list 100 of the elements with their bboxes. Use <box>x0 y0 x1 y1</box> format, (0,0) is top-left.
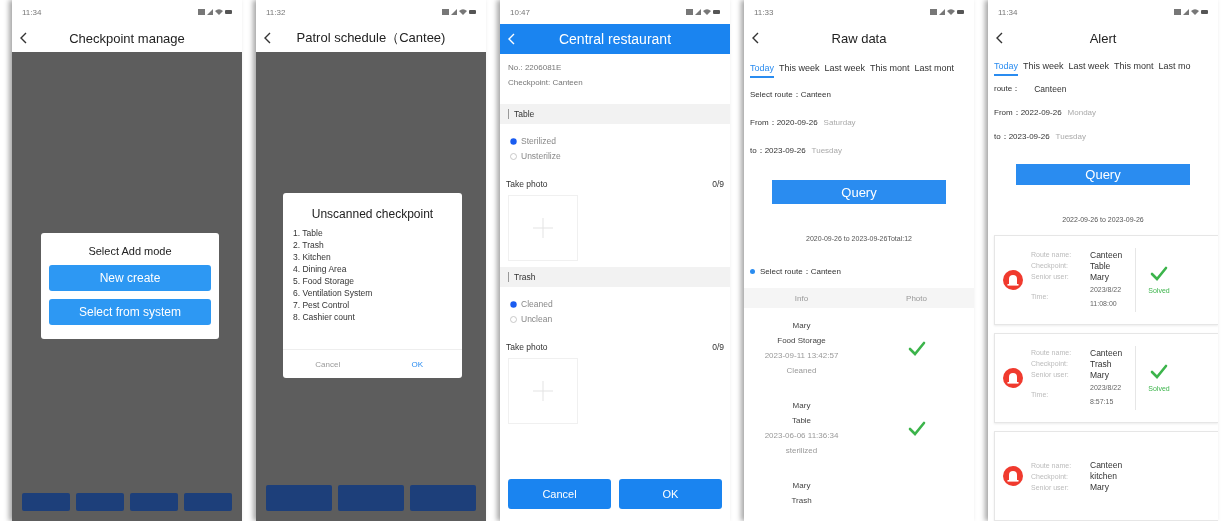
photo-label: Take photo <box>506 179 548 189</box>
status-time: 10:47 <box>510 7 531 17</box>
back-icon[interactable] <box>996 32 1004 44</box>
radio-option[interactable]: Unsterilize <box>510 151 720 161</box>
dialog-title: Select Add mode <box>87 245 173 257</box>
checkpoint-label: Checkpoint: Canteen <box>508 77 584 89</box>
end-date[interactable]: to：2023-09-26 <box>750 144 806 156</box>
checkpoint-list-item: 8. Cashier count <box>292 311 356 323</box>
field-value: Canteen <box>1090 347 1124 358</box>
field-value: Mary <box>1090 271 1110 282</box>
option-label: Unclean <box>521 314 553 324</box>
dimmed-button[interactable] <box>76 493 124 511</box>
alarm-bell-icon <box>1003 368 1023 388</box>
checkpoint-list-item: 3. Kitchen <box>292 251 332 263</box>
record-text: Mary <box>792 480 811 492</box>
checkpoint-list-item: 1. Table <box>292 227 324 239</box>
weekday-label: Tuesday <box>1055 131 1086 141</box>
back-icon[interactable] <box>264 32 272 44</box>
period-tab[interactable]: Today <box>750 60 775 78</box>
dimmed-button[interactable] <box>266 485 332 511</box>
radio-icon[interactable] <box>510 152 517 160</box>
check-mark-icon <box>1150 266 1168 281</box>
radio-icon[interactable] <box>510 315 517 323</box>
field-value: Canteen <box>1090 460 1124 470</box>
period-tab[interactable]: Last week <box>824 60 866 78</box>
start-date[interactable]: From：2022-09-26 <box>994 107 1062 118</box>
period-tab[interactable]: Last week <box>1068 58 1110 77</box>
record-text: Mary <box>792 400 811 412</box>
option-label: Sterilized <box>521 136 556 146</box>
back-icon[interactable] <box>752 32 760 44</box>
section-title: Table <box>508 109 535 119</box>
period-tab[interactable]: This mont <box>870 60 910 78</box>
photo-count: 0/9 <box>712 179 724 189</box>
period-tab[interactable]: Last mont <box>914 60 955 78</box>
period-tab[interactable]: This mont <box>1114 58 1154 77</box>
period-tab[interactable]: This week <box>779 60 820 78</box>
status-time: 11:32 <box>266 7 286 17</box>
status-time: 11:34 <box>998 7 1018 17</box>
status-icons-drawing <box>198 8 232 16</box>
field-value: Canteen <box>1090 249 1124 260</box>
screen-title: Central restaurant <box>557 31 673 47</box>
column-header: Photo <box>905 293 928 303</box>
route-value[interactable]: Canteen <box>1034 83 1067 94</box>
status-time: 11:33 <box>754 7 774 17</box>
radio-option[interactable]: Cleaned <box>510 299 720 309</box>
field-value: kitchen <box>1090 471 1118 481</box>
column-header: Info <box>793 293 810 303</box>
status-icons-drawing <box>442 8 476 16</box>
start-date[interactable]: From：2020-09-26 <box>750 116 818 128</box>
status-time: 11:34 <box>22 7 42 17</box>
dimmed-button[interactable] <box>410 485 476 511</box>
dialog-title: Unscanned checkpoint <box>310 207 435 221</box>
field-value: Mary <box>1090 482 1110 492</box>
weekday-label: Monday <box>1067 108 1097 117</box>
record-text: Mary <box>792 320 811 332</box>
photo-count: 0/9 <box>712 342 724 352</box>
period-tab[interactable]: Today <box>994 58 1019 77</box>
radio-icon[interactable] <box>510 300 517 308</box>
status-icons-drawing <box>1174 8 1208 16</box>
field-value: Mary <box>1090 369 1110 380</box>
dimmed-button[interactable] <box>22 493 70 511</box>
radio-icon[interactable] <box>510 137 517 145</box>
route-label: route： <box>994 83 1021 95</box>
back-icon[interactable] <box>20 32 28 44</box>
dimmed-button[interactable] <box>184 493 232 511</box>
checkpoint-list-item: 7. Pest Control <box>292 299 351 311</box>
alarm-bell-icon <box>1003 466 1023 486</box>
record-number: No.: 2206081E <box>508 62 563 74</box>
status-icons-drawing <box>930 8 964 16</box>
option-label: Cleaned <box>521 299 553 309</box>
route-label: Select route：Canteen <box>760 265 841 277</box>
dimmed-button[interactable] <box>130 493 178 511</box>
radio-option[interactable]: Unclean <box>510 314 720 324</box>
record-text: sterilized <box>785 445 818 457</box>
action-button[interactable]: OK <box>619 479 722 509</box>
option-label: Unsterilize <box>521 151 561 161</box>
period-tab[interactable]: Last mo <box>1158 58 1191 77</box>
record-text: 2023-09-11 13:42:57 <box>764 350 839 362</box>
action-button[interactable]: Cancel <box>508 479 611 509</box>
screen-title: Alert <box>1088 30 1118 46</box>
alarm-bell-icon <box>1003 270 1023 290</box>
dimmed-button[interactable] <box>338 485 404 511</box>
end-date[interactable]: to：2023-09-26 <box>994 130 1050 142</box>
route-selector[interactable]: Select route：Canteen <box>750 88 831 100</box>
section-title: Trash <box>508 272 536 282</box>
field-value: Trash <box>1090 358 1113 369</box>
record-text: Trash <box>791 495 812 507</box>
weekday-label: Saturday <box>823 117 856 127</box>
checkpoint-list-item: 4. Dining Area <box>292 263 348 275</box>
record-text: Food Storage <box>777 335 826 347</box>
checkpoint-list-item: 2. Trash <box>292 239 325 251</box>
radio-option[interactable]: Sterilized <box>510 136 720 146</box>
field-value: Table <box>1090 260 1112 271</box>
dialog-button[interactable]: OK <box>372 350 462 378</box>
check-mark-icon <box>1150 364 1168 379</box>
period-tab[interactable]: This week <box>1023 58 1064 77</box>
checkpoint-list-item: 5. Food Storage <box>292 275 355 287</box>
record-text: Table <box>791 415 812 427</box>
screen-title: Raw data <box>830 30 888 46</box>
checkpoint-list-item: 6. Ventilation System <box>292 287 374 299</box>
